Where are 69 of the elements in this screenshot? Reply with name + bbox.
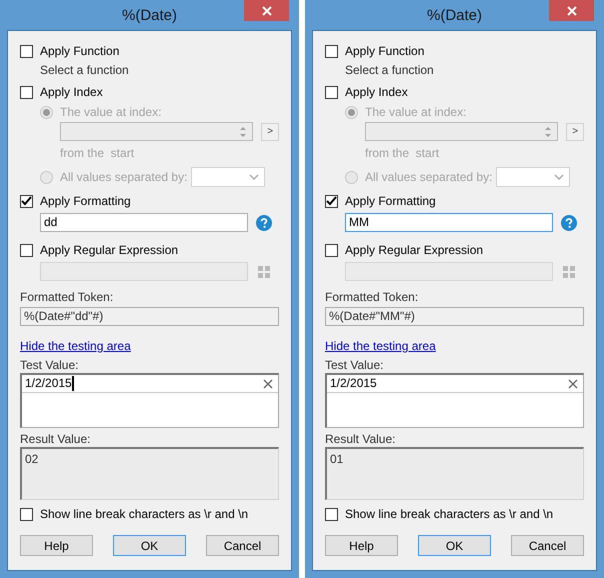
dialog-button[interactable]: Help <box>325 535 398 556</box>
dialog-button[interactable]: Cancel <box>206 535 279 556</box>
regex-field[interactable] <box>345 262 553 281</box>
radio-button[interactable] <box>40 106 53 118</box>
clear-icon[interactable] <box>263 379 273 389</box>
test-value-label: Test Value: <box>325 358 384 373</box>
formatted-token-field: %(Date#"dd"#) <box>20 307 279 326</box>
checkbox-label[interactable]: Apply Formatting <box>345 194 436 208</box>
checkbox-label[interactable]: Apply Formatting <box>40 194 131 208</box>
radio-button[interactable] <box>345 106 358 118</box>
next-button[interactable]: > <box>566 122 584 140</box>
checkbox[interactable] <box>20 508 33 520</box>
clear-icon[interactable] <box>568 379 578 389</box>
hide-testing-link[interactable]: Hide the testing area <box>325 339 436 354</box>
checkbox-label[interactable]: Show line break characters as \r and \n <box>345 507 554 521</box>
window-title: %(Date) <box>426 6 482 24</box>
checkbox-label[interactable]: Apply Function <box>345 44 424 58</box>
test-value-text: 1/2/2015 <box>25 375 72 392</box>
radio-button[interactable] <box>345 170 358 184</box>
close-button[interactable] <box>244 0 289 21</box>
checkbox[interactable] <box>20 44 33 58</box>
dialog-button[interactable]: Help <box>20 535 93 556</box>
format-field[interactable]: dd <box>40 213 248 232</box>
checkbox[interactable] <box>325 508 338 520</box>
checkbox[interactable] <box>325 194 338 208</box>
dialog-button[interactable]: OK <box>113 535 186 556</box>
test-value-text: 1/2/2015 <box>330 375 377 392</box>
checkbox-label[interactable]: Apply Regular Expression <box>40 243 178 257</box>
close-icon <box>262 6 272 16</box>
format-field[interactable]: MM <box>345 213 553 232</box>
close-icon <box>566 6 576 16</box>
function-hint: Select a function <box>345 62 435 78</box>
window-title: %(Date) <box>122 6 177 24</box>
function-hint: Select a function <box>40 62 130 78</box>
checkbox[interactable] <box>20 86 33 98</box>
help-icon[interactable] <box>256 214 272 230</box>
checkbox[interactable] <box>325 44 338 58</box>
dialog-button[interactable]: Cancel <box>511 535 584 556</box>
chevron-down-icon <box>249 174 260 180</box>
formatted-token-label: Formatted Token: <box>20 290 114 305</box>
next-button[interactable]: > <box>261 122 279 140</box>
chevron-down-icon <box>554 174 564 180</box>
result-value-label: Result Value: <box>20 432 92 447</box>
checkbox[interactable] <box>20 244 33 256</box>
checkbox-label[interactable]: Apply Index <box>40 85 103 99</box>
checkbox[interactable] <box>325 244 338 256</box>
result-value-label: Result Value: <box>325 432 396 447</box>
checkbox[interactable] <box>20 194 33 208</box>
hide-testing-link[interactable]: Hide the testing area <box>20 339 131 354</box>
dialog-button[interactable]: OK <box>418 535 491 556</box>
checkbox-label[interactable]: Show line break characters as \r and \n <box>40 507 248 521</box>
test-value-field[interactable]: 1/2/2015 <box>325 373 584 428</box>
help-icon[interactable] <box>561 214 577 230</box>
regex-field[interactable] <box>40 262 248 281</box>
from-label: from the start <box>365 145 440 161</box>
test-value-label: Test Value: <box>20 358 80 373</box>
text-caret <box>72 376 74 391</box>
test-value-field[interactable]: 1/2/2015 <box>20 373 279 428</box>
checkbox-label[interactable]: Apply Function <box>40 44 120 58</box>
checkbox-label[interactable]: Apply Index <box>345 85 408 99</box>
from-label: from the start <box>60 145 136 161</box>
radio-button[interactable] <box>40 170 53 184</box>
checkbox-label[interactable]: Apply Regular Expression <box>345 243 484 257</box>
close-button[interactable] <box>549 0 594 21</box>
formatted-token-field: %(Date#"MM"#) <box>325 307 584 326</box>
checkbox[interactable] <box>325 86 338 98</box>
formatted-token-label: Formatted Token: <box>325 290 420 305</box>
result-value-field: 02 <box>20 447 279 500</box>
result-value-field: 01 <box>325 447 584 500</box>
